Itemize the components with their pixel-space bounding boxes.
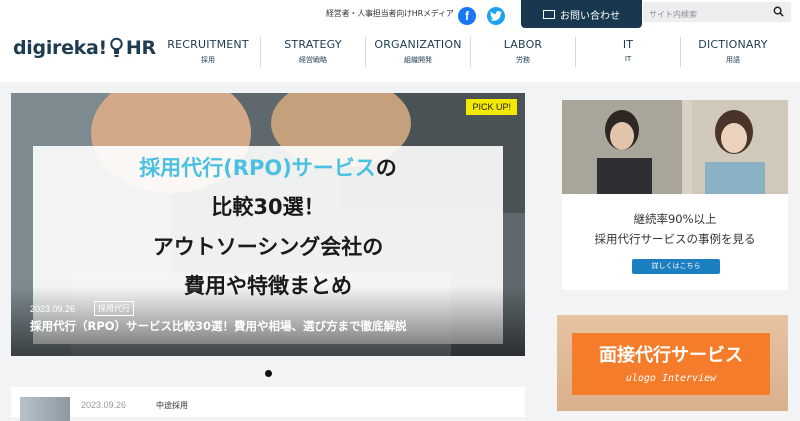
banner-highlight: 採用代行(RPO)サービス — [139, 156, 376, 180]
interview-promo-banner: 面接代行サービス ulogo Interview — [572, 333, 770, 395]
nav-sublabel: IT — [624, 55, 632, 63]
promo-subheadline: 採用代行サービスの事例を見る — [594, 232, 756, 246]
featured-article-slide[interactable]: PICK UP! 採用代行(RPO)サービスの 比較30選！ アウトソーシング会… — [11, 93, 525, 356]
nav-organization[interactable]: ORGANIZATION 組織開発 — [365, 37, 470, 67]
site-search — [643, 2, 791, 25]
article-thumbnail — [20, 397, 70, 421]
details-button[interactable]: 詳しくはこちら — [632, 259, 720, 274]
nav-label: RECRUITMENT — [167, 38, 249, 51]
nav-label: IT — [622, 38, 634, 51]
site-header: 経営者・人事担当者向けHRメディア f お問い合わせ digireka! HR … — [0, 0, 800, 82]
article-date: 2023.09.26 — [81, 400, 127, 410]
banner-line: アウトソーシング会社の — [152, 235, 384, 259]
contact-button[interactable]: お問い合わせ — [521, 0, 642, 28]
logo-hr: HR — [125, 37, 156, 59]
slider-dot[interactable] — [265, 370, 272, 377]
nav-recruitment[interactable]: RECRUITMENT 採用 — [156, 37, 260, 67]
nav-dictionary[interactable]: DICTIONARY 用語 — [680, 37, 785, 67]
twitter-icon[interactable] — [487, 7, 505, 25]
nav-label: STRATEGY — [284, 38, 342, 51]
promo-photo — [562, 100, 788, 194]
pickup-badge: PICK UP! — [466, 99, 517, 115]
article-card[interactable]: 2023.09.26 中途採用 — [11, 387, 525, 421]
interview-promo-title: 面接代行サービス — [599, 345, 743, 366]
nav-labor[interactable]: LABOR 労務 — [470, 37, 575, 67]
search-icon[interactable] — [773, 6, 784, 17]
site-tagline: 経営者・人事担当者向けHRメディア — [326, 9, 454, 18]
nav-strategy[interactable]: STRATEGY 経営戦略 — [260, 37, 365, 67]
sidebar-promo-case-study[interactable]: 継続率90%以上 採用代行サービスの事例を見る 詳しくはこちら — [562, 100, 788, 290]
lightbulb-icon — [110, 37, 123, 57]
nav-sublabel: 労務 — [516, 56, 530, 64]
nav-sublabel: 組織開発 — [404, 56, 432, 64]
interview-promo-subtitle: ulogo Interview — [625, 373, 717, 384]
nav-label: LABOR — [503, 38, 543, 51]
nav-label: ORGANIZATION — [374, 38, 462, 51]
nav-it[interactable]: IT IT — [575, 37, 680, 67]
hero-title[interactable]: 採用代行（RPO）サービス比較30選！費用や相場、選び方まで徹底解説 — [30, 318, 407, 334]
nav-label: DICTIONARY — [698, 38, 768, 51]
sidebar-promo-interview[interactable]: 面接代行サービス ulogo Interview — [557, 315, 788, 411]
main-nav: RECRUITMENT 採用 STRATEGY 経営戦略 ORGANIZATION 組… — [156, 37, 785, 67]
banner-line: 採用代行(RPO)サービスの — [33, 152, 503, 182]
nav-sublabel: 採用 — [201, 56, 215, 64]
logo-text: digireka! — [13, 37, 107, 59]
hero-date: 2023.09.26 — [30, 304, 76, 314]
banner-text: の — [375, 156, 397, 180]
contact-button-label: お問い合わせ — [560, 10, 620, 22]
site-logo[interactable]: digireka! HR — [13, 37, 156, 59]
promo-headline: 継続率90%以上 — [633, 212, 717, 226]
mail-icon — [543, 9, 555, 19]
article-category[interactable]: 中途採用 — [156, 400, 188, 411]
nav-sublabel: 経営戦略 — [299, 56, 327, 64]
banner-line: 比較30選！ — [211, 195, 325, 219]
hero-category-tag[interactable]: 採用代行 — [94, 301, 134, 316]
facebook-icon[interactable]: f — [458, 7, 476, 25]
search-input[interactable] — [643, 4, 764, 25]
nav-sublabel: 用語 — [726, 56, 740, 64]
